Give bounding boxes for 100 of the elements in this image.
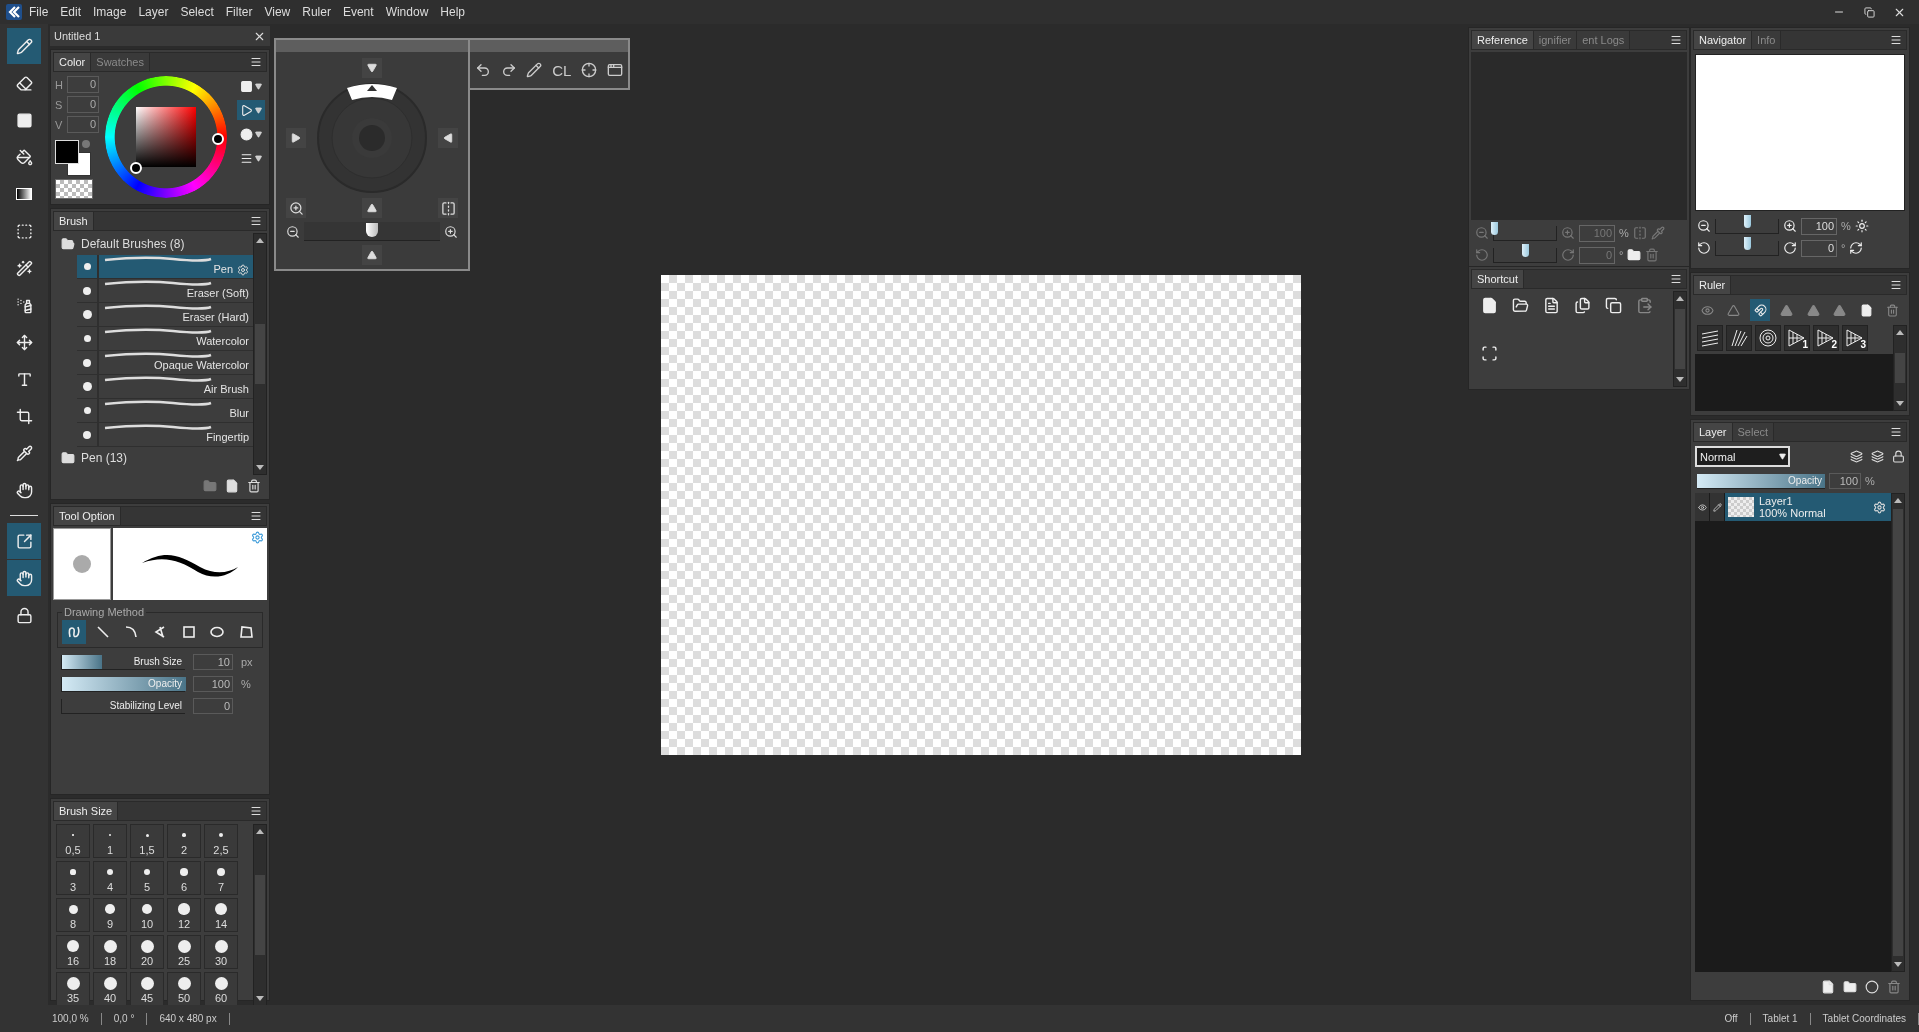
document-tab[interactable]: Untitled 1 (50, 26, 270, 46)
status-text: Off (1712, 1012, 1751, 1025)
brush-size-button[interactable]: 5 (130, 861, 164, 895)
document-title: Untitled 1 (54, 30, 101, 42)
value-field[interactable]: 0 (67, 96, 99, 113)
panel-tab[interactable]: Layer (1694, 423, 1733, 441)
brush-size-button[interactable]: 45 (130, 972, 164, 1006)
brush-item[interactable]: Eraser (Hard) (77, 303, 253, 327)
menu-item[interactable]: Window (380, 3, 434, 21)
ruler-type-button[interactable]: 1 (1784, 325, 1810, 351)
brush-size-button[interactable]: 1 (93, 824, 127, 858)
menu-item[interactable]: File (24, 3, 54, 21)
brush-size-button[interactable]: 3 (56, 861, 90, 895)
brush-item[interactable]: Fingertip (77, 423, 253, 447)
brush-size-button[interactable]: 25 (167, 935, 201, 969)
brush-name: Air Brush (203, 383, 249, 396)
menu-item[interactable]: Help (435, 3, 470, 21)
panel-tab[interactable]: Ruler (1694, 276, 1732, 294)
group-title: Drawing Method (63, 606, 146, 618)
slider-label: Stabilizing Level (109, 700, 183, 711)
ruler-number: 1 (1802, 339, 1808, 350)
ruler-type-button[interactable]: 2 (1813, 325, 1839, 351)
brush-size-button[interactable]: 0,5 (56, 824, 90, 858)
menu-item[interactable]: Edit (55, 3, 87, 21)
ruler-number: 3 (1860, 339, 1866, 350)
panel-tab[interactable]: Navigator (1694, 31, 1753, 49)
value-field[interactable]: 100 (1829, 473, 1861, 489)
brush-size-button[interactable]: 40 (93, 972, 127, 1006)
value-field[interactable]: 10 (193, 654, 233, 670)
unit-label: ° (1619, 249, 1624, 261)
blend-mode-select[interactable]: Normal (1695, 446, 1790, 467)
brush-size-button[interactable]: 12 (167, 898, 201, 932)
unit-label: ° (1841, 242, 1846, 254)
menu-item[interactable]: Layer (133, 3, 174, 21)
layer-name: Layer1 (1759, 495, 1794, 507)
clear-button[interactable]: CL (550, 59, 574, 81)
menu-item[interactable]: Select (175, 3, 219, 21)
brush-size-button[interactable]: 60 (204, 972, 238, 1006)
unit-label: % (1865, 475, 1875, 487)
brush-size-button[interactable]: 10 (130, 898, 164, 932)
brush-item[interactable]: Pen (77, 255, 253, 279)
panel-tab[interactable]: Shortcut (1472, 270, 1524, 288)
brush-size-button[interactable]: 18 (93, 935, 127, 969)
brush-item[interactable]: Opaque Watercolor (77, 351, 253, 375)
brush-item[interactable]: Air Brush (77, 375, 253, 399)
zoom-field[interactable]: 100 (1801, 217, 1837, 235)
brush-group-name[interactable]: Default Brushes (8) (81, 237, 185, 251)
brush-size-button[interactable]: 6 (167, 861, 201, 895)
status-text: 100,0 % (40, 1012, 102, 1025)
panel-tab[interactable]: Brush Size (54, 802, 119, 820)
brush-name: Watercolor (196, 335, 249, 348)
brush-size-button[interactable]: 2,5 (204, 824, 238, 858)
brush-size-button[interactable]: 50 (167, 972, 201, 1006)
brush-name: Eraser (Soft) (186, 287, 249, 300)
unit-label: % (1619, 227, 1629, 239)
menu-item[interactable]: Ruler (297, 3, 336, 21)
brush-size-button[interactable]: 35 (56, 972, 90, 1006)
brush-group-name[interactable]: Pen (13) (81, 451, 128, 465)
slider-label: Opacity (148, 678, 183, 689)
layer-info: 100% Normal (1759, 507, 1827, 519)
panel-tab[interactable]: Brush (54, 212, 94, 230)
brush-size-button[interactable]: 7 (204, 861, 238, 895)
layer-item[interactable]: Layer1 100% Normal (1725, 493, 1891, 521)
value-field[interactable]: 0 (67, 76, 99, 93)
brush-size-button[interactable]: 20 (130, 935, 164, 969)
brush-size-button[interactable]: 30 (204, 935, 238, 969)
brush-size-button[interactable]: 9 (93, 898, 127, 932)
panel-tab[interactable]: Tool Option (54, 507, 121, 525)
unit-label: % (241, 678, 251, 690)
ruler-type-button[interactable]: 3 (1842, 325, 1868, 351)
menu-item[interactable]: Filter (220, 3, 258, 21)
unit-label: px (241, 656, 253, 668)
menu-item[interactable]: Image (88, 3, 132, 21)
slider-label: Brush Size (133, 656, 183, 667)
brush-size-button[interactable]: 16 (56, 935, 90, 969)
opacity-slider[interactable]: Opacity (1697, 473, 1825, 489)
status-text: Tablet 1 (1750, 1012, 1811, 1025)
brush-size-button[interactable]: 4 (93, 861, 127, 895)
brush-name: Pen (213, 263, 233, 276)
slider-label: Opacity (1788, 475, 1823, 486)
status-text: 640 x 480 px (147, 1012, 230, 1025)
brush-item[interactable]: Blur (77, 399, 253, 423)
brush-size-button[interactable]: 14 (204, 898, 238, 932)
brush-item[interactable]: Eraser (Soft) (77, 279, 253, 303)
slider[interactable]: Opacity (61, 676, 185, 692)
menu-item[interactable]: Event (337, 3, 379, 21)
rotation-field[interactable]: 0 (1801, 239, 1837, 257)
brush-size-button[interactable]: 8 (56, 898, 90, 932)
field-label: H (55, 78, 64, 91)
slider[interactable]: Brush Size (61, 654, 185, 670)
panel-tab[interactable]: Color (54, 53, 92, 71)
value-field[interactable]: 0 (67, 116, 99, 133)
brush-item[interactable]: Watercolor (77, 327, 253, 351)
value-field[interactable]: 0 (193, 698, 233, 714)
brush-size-button[interactable]: 1,5 (130, 824, 164, 858)
slider[interactable]: Stabilizing Level (61, 698, 185, 714)
brush-size-button[interactable]: 2 (167, 824, 201, 858)
value-field[interactable]: 100 (193, 676, 233, 692)
brush-name: Blur (229, 407, 249, 420)
menu-item[interactable]: View (259, 3, 296, 21)
